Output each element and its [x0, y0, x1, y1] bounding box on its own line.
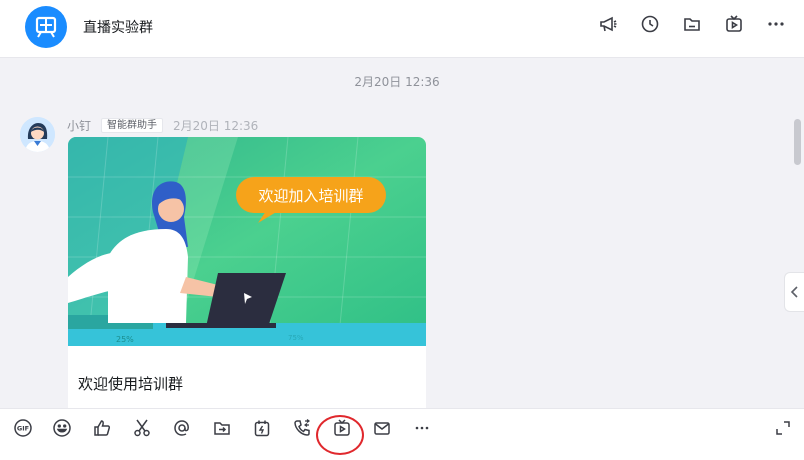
emoji-icon[interactable]	[52, 418, 72, 438]
group-avatar[interactable]	[25, 6, 67, 48]
expand-side-panel-button[interactable]	[784, 272, 804, 312]
expand-icon[interactable]	[773, 418, 793, 438]
input-toolbar: GIF	[0, 408, 804, 460]
sender-avatar[interactable]	[20, 117, 55, 152]
todo-icon[interactable]	[252, 418, 272, 438]
group-chat-icon	[35, 16, 57, 38]
announcement-icon[interactable]	[598, 14, 618, 34]
message-time: 2月20日 12:36	[173, 119, 259, 133]
mail-icon[interactable]	[372, 418, 392, 438]
chevron-left-icon	[790, 286, 798, 298]
scissors-icon[interactable]	[132, 418, 152, 438]
message-timestamp: 2月20日 12:36	[354, 75, 440, 89]
folder-icon[interactable]	[682, 14, 702, 34]
card-bubble-text: 欢迎加入培训群	[258, 187, 363, 205]
welcome-card[interactable]: 25% 75% 欢迎加入培训群 欢迎使用培训群	[68, 137, 426, 408]
mention-icon[interactable]	[172, 418, 192, 438]
live-tv-icon[interactable]	[724, 14, 744, 34]
header-actions	[598, 14, 786, 34]
file-transfer-icon[interactable]	[212, 418, 232, 438]
card-illustration: 25% 75% 欢迎加入培训群	[68, 137, 426, 346]
more-icon[interactable]	[412, 418, 432, 438]
history-clock-icon[interactable]	[640, 14, 660, 34]
chat-scrollbar[interactable]	[794, 119, 801, 165]
group-title[interactable]: 直播实验群	[83, 17, 153, 37]
thumbs-up-icon[interactable]	[92, 418, 112, 438]
gif-label: GIF	[17, 425, 29, 433]
chart-label-25: 25%	[116, 335, 134, 344]
highlight-annotation	[316, 415, 364, 455]
message-list[interactable]: 2月20日 12:36 小钉 智能群助手 2月20日 12:36 25% 75%…	[0, 59, 804, 408]
call-icon[interactable]	[292, 418, 312, 438]
chat-header: 直播实验群	[0, 0, 804, 58]
chart-label-75: 75%	[288, 334, 304, 342]
sender-name[interactable]: 小钉	[67, 117, 91, 134]
chat-window: 直播实验群 2月20日 12:36 小钉 智能群助手 2月20日 12:36 2…	[0, 0, 804, 460]
sender-line: 小钉 智能群助手 2月20日 12:36	[67, 117, 258, 134]
more-icon[interactable]	[766, 14, 786, 34]
card-caption: 欢迎使用培训群	[78, 375, 184, 393]
sender-badge: 智能群助手	[101, 118, 164, 133]
gif-icon[interactable]: GIF	[13, 418, 33, 438]
